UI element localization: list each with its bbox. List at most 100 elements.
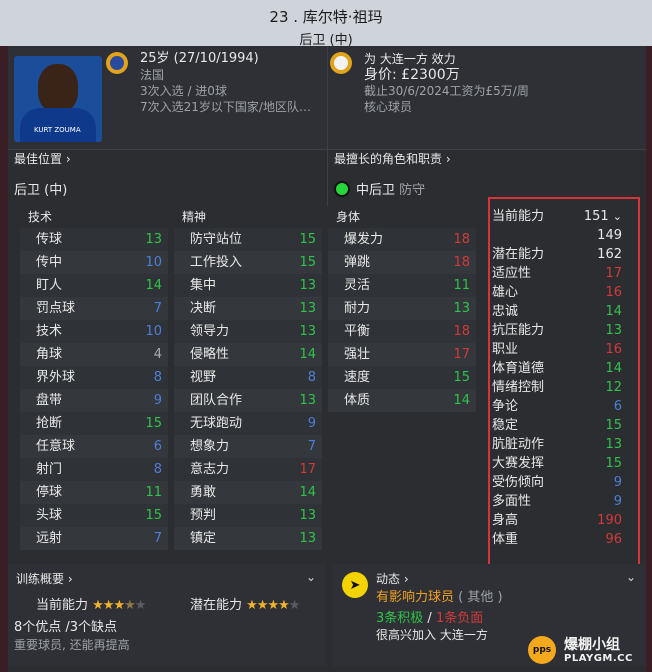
attribute-name: 无球跑动 (190, 416, 243, 431)
attribute-value: 9 (613, 494, 622, 509)
attribute-value: 14 (605, 304, 622, 319)
hidden-attribute-row[interactable]: 大赛发挥 15 (490, 454, 638, 473)
attribute-name: 侵略性 (190, 347, 230, 362)
hidden-attribute-row[interactable]: 情绪控制 12 (490, 378, 638, 397)
attribute-name: 灵活 (344, 278, 371, 293)
physical-attribute-row[interactable]: 灵活 11 (328, 274, 476, 297)
attribute-name: 头球 (36, 508, 63, 523)
best-position-section[interactable]: 最佳位置 › 后卫 (中) (14, 150, 71, 204)
technical-attribute-row[interactable]: 传球 13 (20, 228, 168, 251)
mental-attribute-row[interactable]: 团队合作 13 (174, 389, 322, 412)
attribute-name: 肮脏动作 (492, 437, 545, 452)
hidden-attribute-row[interactable]: 受伤倾向 9 (490, 473, 638, 492)
attribute-name: 集中 (190, 278, 217, 293)
attribute-value: 14 (299, 485, 316, 500)
technical-attribute-row[interactable]: 盘带 9 (20, 389, 168, 412)
mental-attribute-row[interactable]: 决断 13 (174, 297, 322, 320)
technical-attribute-row[interactable]: 头球 15 (20, 504, 168, 527)
chevron-down-icon[interactable]: ⌄ (306, 570, 316, 584)
physical-attribute-row[interactable]: 强壮 17 (328, 343, 476, 366)
hidden-attribute-row[interactable]: 忠诚 14 (490, 302, 638, 321)
hidden-attribute-row[interactable]: 适应性 17 (490, 264, 638, 283)
attribute-value: 18 (453, 255, 470, 270)
attribute-name: 团队合作 (190, 393, 243, 408)
attribute-value: 13 (299, 531, 316, 546)
mental-attribute-row[interactable]: 无球跑动 9 (174, 412, 322, 435)
mental-attribute-row[interactable]: 预判 13 (174, 504, 322, 527)
hidden-attribute-row[interactable]: 稳定 15 (490, 416, 638, 435)
watermark-logo: pps 爆棚小组 PLAYGM.CC (528, 634, 646, 668)
attribute-value: 16 (605, 285, 622, 300)
mental-attribute-row[interactable]: 侵略性 14 (174, 343, 322, 366)
player-name-title: 23 . 库尔特·祖玛 (269, 8, 383, 26)
hidden-attribute-row[interactable]: 肮脏动作 13 (490, 435, 638, 454)
training-title-row[interactable]: 训练概要 › (16, 570, 73, 587)
technical-attribute-row[interactable]: 技术 10 (20, 320, 168, 343)
mental-attribute-row[interactable]: 想象力 7 (174, 435, 322, 458)
player-photo[interactable]: KURT ZOUMA (14, 56, 102, 142)
technical-attribute-row[interactable]: 远射 7 (20, 527, 168, 550)
chevron-down-icon[interactable]: ⌄ (626, 570, 636, 584)
hidden-attribute-row[interactable]: 身高 190 (490, 511, 638, 530)
hidden-attribute-row[interactable]: 雄心 16 (490, 283, 638, 302)
attribute-value: 18 (453, 232, 470, 247)
hidden-attribute-row[interactable]: 抗压能力 13 (490, 321, 638, 340)
physical-attribute-row[interactable]: 耐力 13 (328, 297, 476, 320)
ability-secondary-row: 149 (490, 226, 638, 245)
physical-attribute-row[interactable]: 体质 14 (328, 389, 476, 412)
current-ability-label: 当前能力 (492, 209, 545, 224)
mental-attribute-row[interactable]: 意志力 17 (174, 458, 322, 481)
attribute-value: 4 (153, 347, 162, 362)
mental-attribute-row[interactable]: 集中 13 (174, 274, 322, 297)
mental-attribute-row[interactable]: 工作投入 15 (174, 251, 322, 274)
technical-attribute-row[interactable]: 界外球 8 (20, 366, 168, 389)
technical-attribute-row[interactable]: 射门 8 (20, 458, 168, 481)
attribute-name: 体质 (344, 393, 371, 408)
training-note: 重要球员, 还能再提高 (14, 638, 130, 652)
best-role-section[interactable]: 最擅长的角色和职责 › 中后卫 防守 (334, 150, 451, 204)
attribute-name: 镇定 (190, 531, 217, 546)
technical-attribute-row[interactable]: 停球 11 (20, 481, 168, 504)
technical-attribute-row[interactable]: 传中 10 (20, 251, 168, 274)
mental-attribute-row[interactable]: 视野 8 (174, 366, 322, 389)
mental-attribute-row[interactable]: 勇敢 14 (174, 481, 322, 504)
physical-attribute-row[interactable]: 速度 15 (328, 366, 476, 389)
physical-attribute-row[interactable]: 爆发力 18 (328, 228, 476, 251)
attribute-value: 13 (299, 278, 316, 293)
attribute-name: 体重 (492, 532, 519, 547)
influence-row: 有影响力球员 ( 其他 ) (376, 586, 503, 605)
attribute-value: 15 (605, 456, 622, 471)
attribute-name: 适应性 (492, 266, 532, 281)
technical-attribute-row[interactable]: 抢断 15 (20, 412, 168, 435)
national-team-badge-icon[interactable] (106, 52, 128, 74)
relations-row[interactable]: 3条积极 / 1条负面 (376, 607, 483, 626)
mental-attribute-row[interactable]: 镇定 13 (174, 527, 322, 550)
attribute-name: 意志力 (190, 462, 230, 477)
hidden-attribute-row[interactable]: 争论 6 (490, 397, 638, 416)
technical-attribute-row[interactable]: 角球 4 (20, 343, 168, 366)
attribute-name: 速度 (344, 370, 371, 385)
current-ability-row[interactable]: 当前能力 151 ⌄ (490, 207, 638, 226)
chevron-right-icon: › (445, 152, 451, 166)
dynamics-title-row[interactable]: 动态 › (376, 570, 409, 587)
attribute-value: 8 (153, 370, 162, 385)
physical-attribute-row[interactable]: 平衡 18 (328, 320, 476, 343)
technical-attribute-row[interactable]: 任意球 6 (20, 435, 168, 458)
mental-attribute-row[interactable]: 防守站位 15 (174, 228, 322, 251)
nationality: 法国 (140, 68, 165, 82)
attribute-name: 抗压能力 (492, 323, 545, 338)
chevron-right-icon: › (403, 572, 409, 586)
physical-attribute-row[interactable]: 弹跳 18 (328, 251, 476, 274)
hidden-attribute-row[interactable]: 体重 96 (490, 530, 638, 549)
hidden-attribute-row[interactable]: 多面性 9 (490, 492, 638, 511)
club-badge-icon[interactable] (330, 52, 352, 74)
hidden-attribute-row[interactable]: 体育道德 14 (490, 359, 638, 378)
hidden-attribute-row[interactable]: 职业 16 (490, 340, 638, 359)
chevron-down-icon[interactable]: ⌄ (613, 210, 622, 223)
attribute-value: 96 (605, 532, 622, 547)
technical-attribute-row[interactable]: 罚点球 7 (20, 297, 168, 320)
technical-attribute-row[interactable]: 盯人 14 (20, 274, 168, 297)
mental-attribute-row[interactable]: 领导力 13 (174, 320, 322, 343)
attribute-value: 10 (145, 324, 162, 339)
watermark-en: PLAYGM.CC (564, 653, 633, 664)
